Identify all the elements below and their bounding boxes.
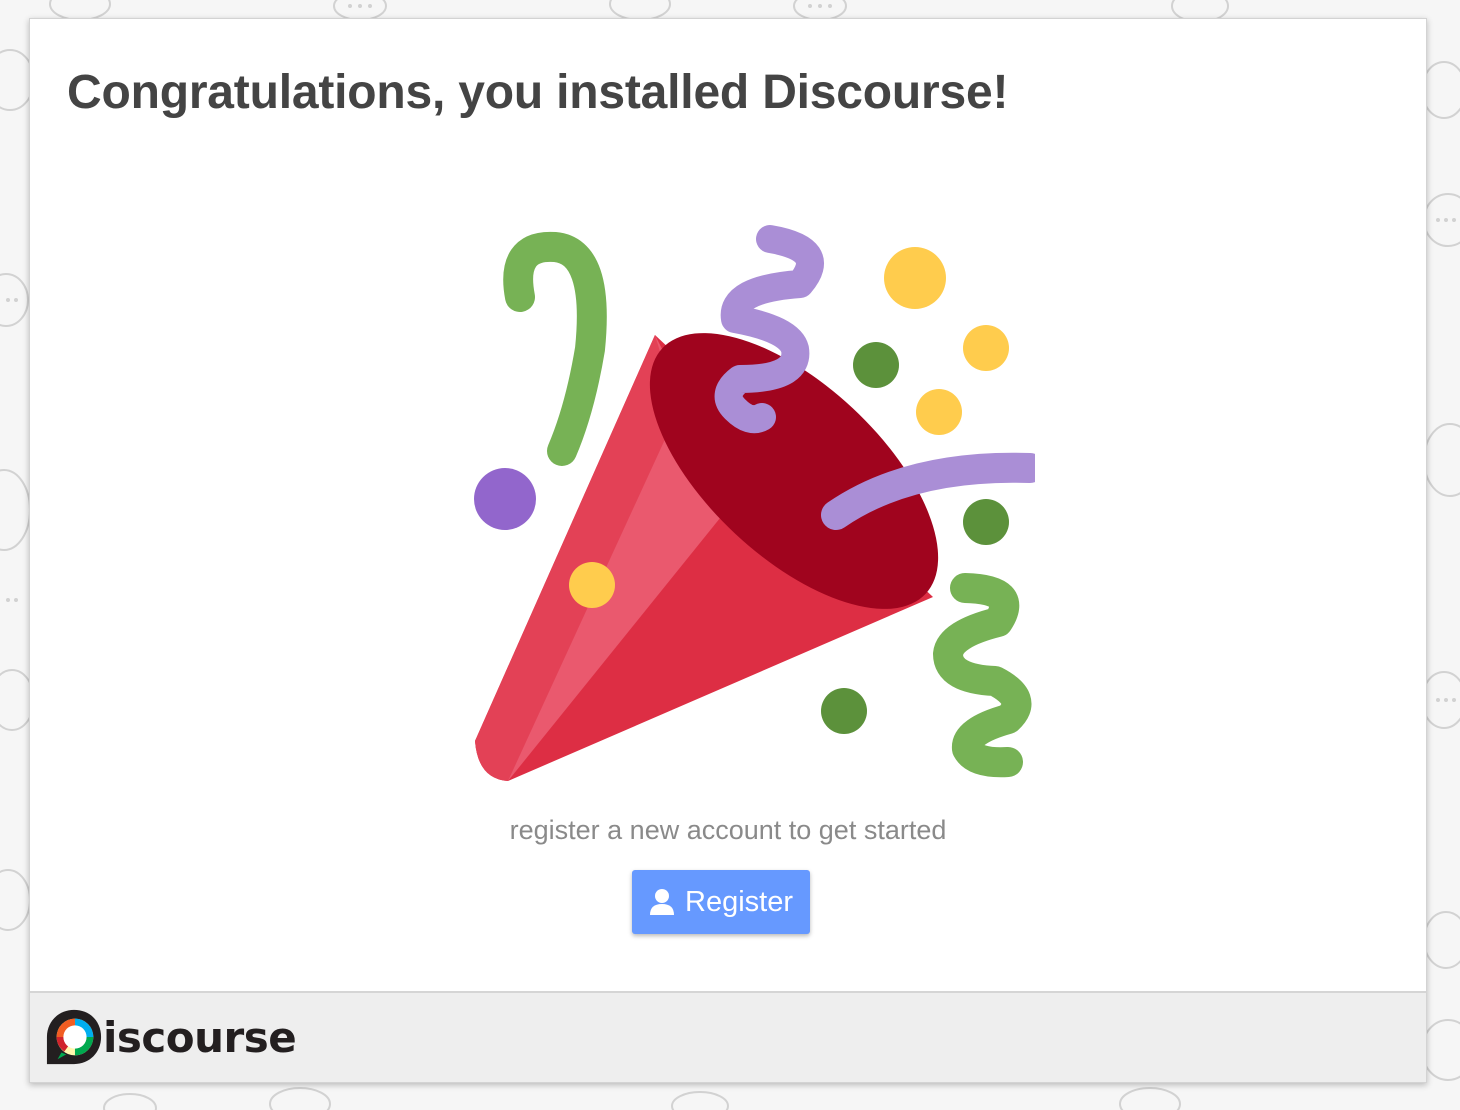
discourse-logo-wordmark: iscourse bbox=[103, 1012, 297, 1062]
party-popper-icon bbox=[474, 225, 1035, 781]
register-button[interactable]: Register bbox=[632, 870, 810, 934]
discourse-logo[interactable]: iscourse bbox=[45, 1006, 297, 1068]
user-icon bbox=[650, 889, 674, 915]
footer: iscourse bbox=[30, 991, 1426, 1082]
page-title: Congratulations, you installed Discourse… bbox=[67, 66, 1009, 119]
register-button-label: Register bbox=[685, 885, 793, 918]
discourse-logo-icon bbox=[46, 1009, 102, 1065]
getting-started-message: register a new account to get started bbox=[509, 815, 947, 845]
welcome-card: Congratulations, you installed Discourse… bbox=[29, 18, 1427, 1083]
